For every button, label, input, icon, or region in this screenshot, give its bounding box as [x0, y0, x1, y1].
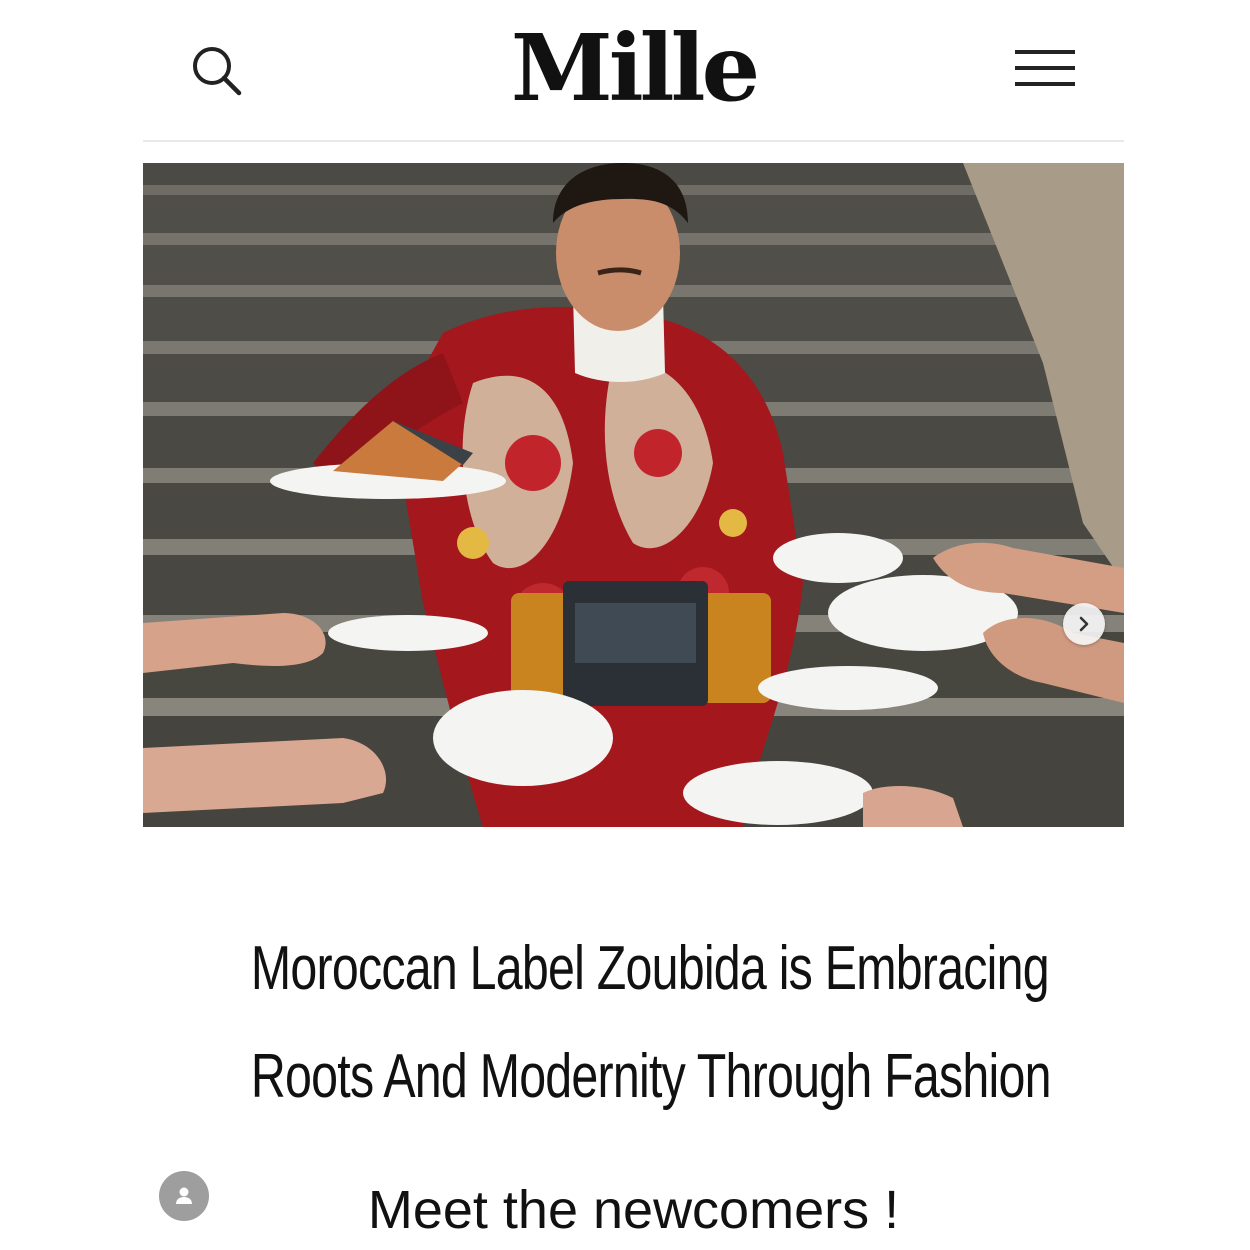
hamburger-menu-icon — [1015, 50, 1075, 86]
plate — [433, 690, 613, 786]
hero-photo — [143, 163, 1124, 827]
plate — [758, 666, 938, 710]
top-bar: Mille — [143, 0, 1124, 142]
article-headline[interactable]: Moroccan Label Zoubida is Embracing Root… — [250, 915, 1052, 1131]
cake-box — [511, 581, 771, 706]
article-subheading: Meet the newcomers ! — [367, 1180, 900, 1240]
byline-row: Meet the newcomers ! — [143, 1165, 1124, 1250]
plate — [683, 761, 873, 825]
plate — [773, 533, 903, 583]
page: Mille Moroccan Label Zoubida is Embracin… — [143, 0, 1124, 1250]
carousel-next-button[interactable] — [1063, 603, 1105, 645]
hero-image[interactable] — [143, 163, 1124, 827]
site-logo[interactable]: Mille — [143, 18, 1124, 118]
plate — [328, 615, 488, 651]
menu-button[interactable] — [1009, 44, 1079, 94]
headline-line-2: Roots And Modernity Through Fashion — [250, 1042, 1052, 1111]
chevron-right-icon — [1079, 616, 1089, 632]
headline-line-1: Moroccan Label Zoubida is Embracing — [250, 934, 1050, 1003]
